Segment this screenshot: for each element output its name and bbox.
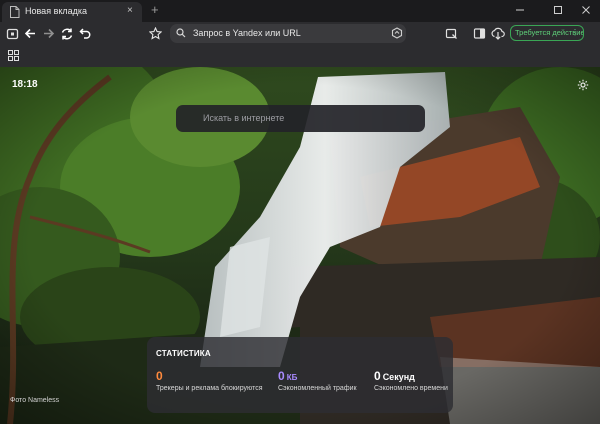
statistics-title: СТАТИСТИКА: [156, 349, 211, 358]
plus-icon[interactable]: +: [151, 3, 159, 17]
new-tab-page: 18:18 Искать в интернете СТАТИСТИКА 0 Тр…: [0, 67, 600, 424]
collections-icon[interactable]: [444, 26, 459, 41]
star-icon[interactable]: [148, 26, 163, 41]
address-bar[interactable]: Запрос в Yandex или URL: [170, 24, 406, 43]
stat-trackers: 0 Трекеры и реклама блокируются: [156, 369, 263, 392]
close-icon[interactable]: ×: [127, 5, 133, 17]
toolbar: Запрос в Yandex или URL Требуется действ…: [0, 22, 600, 45]
page-icon: [10, 6, 20, 18]
sidebar-icon[interactable]: [472, 26, 487, 41]
stat-trackers-value: 0: [156, 369, 163, 383]
more-icon: ⋮: [571, 28, 579, 37]
action-required-button[interactable]: Требуется действие ⋮: [510, 25, 584, 41]
stat-traffic-value: 0: [278, 369, 285, 383]
bookmarks-bar: [0, 45, 600, 67]
stat-traffic-label: Сэкономленный трафик: [278, 385, 357, 392]
web-search-placeholder: Искать в интернете: [203, 113, 285, 123]
photo-credit[interactable]: Фото Nameless: [10, 397, 59, 404]
tab-strip: Новая вкладка × +: [0, 0, 600, 22]
stat-time-label: Сэкономлено времени: [374, 385, 448, 392]
stat-time-value: 0: [374, 369, 381, 383]
statistics-panel: СТАТИСТИКА 0 Трекеры и реклама блокируют…: [147, 337, 453, 413]
stat-traffic: 0 КБ Сэкономленный трафик: [278, 369, 357, 392]
stat-traffic-unit: КБ: [286, 373, 298, 382]
apps-grid-icon[interactable]: [6, 48, 21, 63]
web-search-input[interactable]: Искать в интернете: [176, 105, 425, 132]
back-arrow-icon[interactable]: [23, 26, 38, 41]
gear-icon[interactable]: [577, 78, 589, 96]
protect-icon[interactable]: [391, 27, 403, 39]
tab-title: Новая вкладка: [25, 6, 88, 16]
stat-trackers-label: Трекеры и реклама блокируются: [156, 385, 263, 392]
search-icon: [176, 28, 186, 38]
tab-new-tab[interactable]: Новая вкладка ×: [2, 2, 142, 22]
download-icon[interactable]: [490, 26, 505, 41]
maximize-icon[interactable]: [548, 3, 568, 17]
minimize-icon[interactable]: [510, 3, 530, 17]
address-bar-text: Запрос в Yandex или URL: [193, 28, 301, 38]
undo-icon[interactable]: [78, 26, 93, 41]
stat-time: 0 Секунд Сэкономлено времени: [374, 369, 448, 392]
reload-icon[interactable]: [59, 26, 74, 41]
forward-arrow-icon[interactable]: [41, 26, 56, 41]
stat-time-unit: Секунд: [382, 372, 415, 382]
clock: 18:18: [12, 79, 38, 90]
wallet-icon[interactable]: [5, 26, 20, 41]
window-close-icon[interactable]: [576, 3, 596, 17]
